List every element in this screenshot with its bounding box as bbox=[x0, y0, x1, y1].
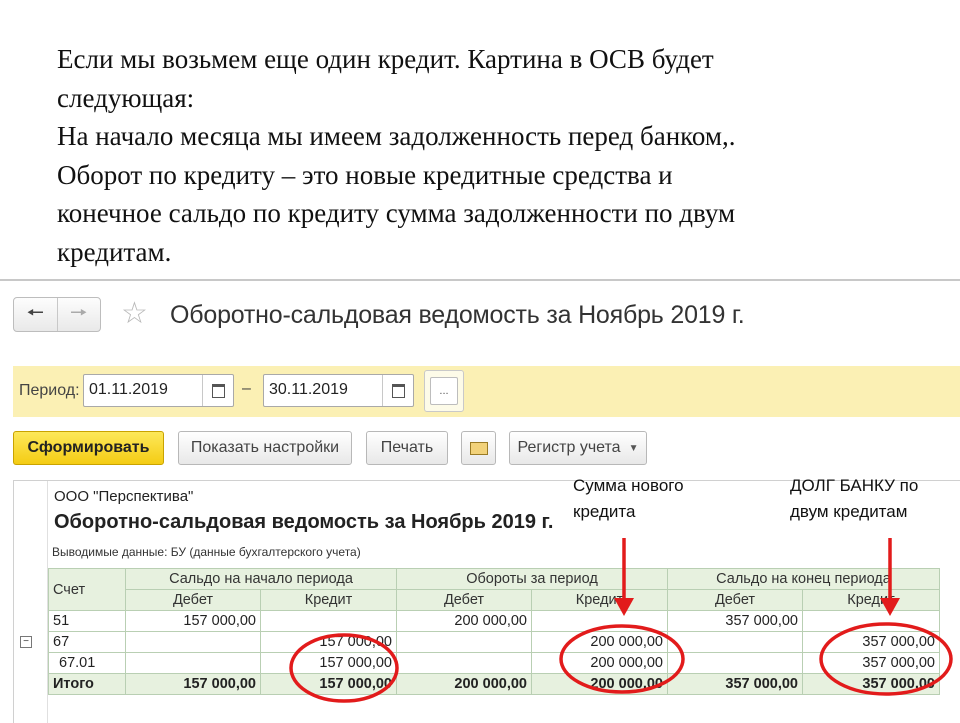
total-row[interactable]: Итого 157 000,00 157 000,00 200 000,00 2… bbox=[48, 673, 940, 695]
date-to-field bbox=[263, 374, 414, 407]
arrow-right-icon: 🠖 bbox=[70, 301, 88, 324]
opening-debit-cell bbox=[125, 631, 261, 653]
total-turnover-debit: 200 000,00 bbox=[396, 673, 532, 695]
total-opening-credit: 157 000,00 bbox=[260, 673, 397, 695]
back-button[interactable]: 🠔 bbox=[14, 298, 57, 331]
opening-credit-cell bbox=[260, 610, 397, 632]
calendar-icon bbox=[391, 383, 405, 398]
date-to-input[interactable] bbox=[264, 375, 386, 404]
header-credit: Кредит bbox=[802, 589, 940, 611]
closing-credit-cell: 357 000,00 bbox=[802, 631, 940, 653]
period-separator: – bbox=[242, 380, 251, 397]
header-account: Счет bbox=[48, 568, 126, 611]
total-label: Итого bbox=[48, 673, 126, 695]
annotation-line: ДОЛГ БАНКУ по bbox=[790, 476, 919, 495]
register-dropdown[interactable]: Регистр учета ▼ bbox=[509, 431, 647, 465]
slide-line: Оборот по кредиту – это новые кредитные … bbox=[57, 159, 673, 190]
opening-debit-cell: 157 000,00 bbox=[125, 610, 261, 632]
nav-group: 🠔 🠖 bbox=[13, 297, 101, 332]
turnover-debit-cell bbox=[396, 631, 532, 653]
organization-name: ООО "Перспектива" bbox=[54, 488, 194, 505]
slide-line: Если мы возьмем еще один кредит. Картина… bbox=[57, 44, 714, 74]
report-title: Оборотно-сальдовая ведомость за Ноябрь 2… bbox=[54, 511, 554, 533]
slide-line: конечное сальдо по кредиту сумма задолже… bbox=[57, 198, 736, 228]
turnover-debit-cell bbox=[396, 652, 532, 674]
calendar-to-button[interactable] bbox=[382, 375, 413, 406]
group-gutter: − bbox=[14, 481, 48, 723]
header-credit: Кредит bbox=[531, 589, 668, 611]
header-debit: Дебет bbox=[667, 589, 803, 611]
email-button[interactable] bbox=[461, 431, 496, 465]
total-closing-debit: 357 000,00 bbox=[667, 673, 803, 695]
table-row[interactable]: 67.01 157 000,00 200 000,00 357 000,00 bbox=[48, 652, 940, 674]
closing-credit-cell bbox=[802, 610, 940, 632]
account-cell: 67.01 bbox=[48, 652, 126, 674]
form-title: Оборотно-сальдовая ведомость за Ноябрь 2… bbox=[170, 301, 745, 329]
ellipsis-label: ... bbox=[430, 377, 458, 405]
account-cell: 51 bbox=[48, 610, 126, 632]
osv-table: Счет Сальдо на начало периода Обороты за… bbox=[48, 568, 940, 695]
opening-debit-cell bbox=[125, 652, 261, 674]
total-opening-debit: 157 000,00 bbox=[125, 673, 261, 695]
period-bar: Период: – ... bbox=[13, 366, 960, 417]
opening-credit-cell: 157 000,00 bbox=[260, 652, 397, 674]
arrow-left-icon: 🠔 bbox=[26, 301, 45, 324]
turnover-credit-cell bbox=[531, 610, 668, 632]
turnover-credit-cell: 200 000,00 bbox=[531, 652, 668, 674]
collapse-icon[interactable]: − bbox=[20, 636, 32, 648]
date-from-field bbox=[83, 374, 234, 407]
annotation-new-credit: Сумма нового кредита bbox=[573, 473, 684, 525]
slide-line: кредитам. bbox=[57, 236, 172, 267]
account-cell: 67 bbox=[48, 631, 126, 653]
opening-credit-cell: 157 000,00 bbox=[260, 631, 397, 653]
period-label: Период: bbox=[19, 382, 80, 399]
annotation-line: кредита bbox=[573, 502, 636, 521]
table-row[interactable]: 51 157 000,00 200 000,00 357 000,00 bbox=[48, 610, 940, 632]
table-row[interactable]: 67 157 000,00 200 000,00 357 000,00 bbox=[48, 631, 940, 653]
calendar-icon bbox=[211, 383, 225, 398]
header-closing: Сальдо на конец периода bbox=[667, 568, 940, 590]
total-turnover-credit: 200 000,00 bbox=[531, 673, 668, 695]
turnover-debit-cell: 200 000,00 bbox=[396, 610, 532, 632]
print-button[interactable]: Печать bbox=[366, 431, 448, 465]
annotation-line: двум кредитам bbox=[790, 502, 908, 521]
slide-line: На начало месяца мы имеем задолженность … bbox=[57, 121, 736, 151]
closing-credit-cell: 357 000,00 bbox=[802, 652, 940, 674]
report-data-info: Выводимые данные: БУ (данные бухгалтерск… bbox=[52, 545, 361, 559]
header-credit: Кредит bbox=[260, 589, 397, 611]
header-opening: Сальдо на начало периода bbox=[125, 568, 397, 590]
closing-debit-cell bbox=[667, 652, 803, 674]
register-label: Регистр учета bbox=[517, 439, 621, 456]
closing-debit-cell bbox=[667, 631, 803, 653]
subheader-row: Дебет Кредит Дебет Кредит Дебет Кредит bbox=[49, 589, 940, 611]
annotation-line: Сумма нового bbox=[573, 476, 684, 495]
header-turnover: Обороты за период bbox=[396, 568, 668, 590]
turnover-credit-cell: 200 000,00 bbox=[531, 631, 668, 653]
date-from-input[interactable] bbox=[84, 375, 206, 404]
forward-button[interactable]: 🠖 bbox=[56, 298, 101, 331]
header-debit: Дебет bbox=[396, 589, 532, 611]
slide-line: следующая: bbox=[57, 82, 195, 113]
header-row: Счет Сальдо на начало периода Обороты за… bbox=[48, 568, 940, 611]
generate-button[interactable]: Сформировать bbox=[13, 431, 164, 465]
closing-debit-cell: 357 000,00 bbox=[667, 610, 803, 632]
envelope-icon bbox=[469, 441, 488, 455]
chevron-down-icon: ▼ bbox=[628, 442, 639, 454]
slide-text: Если мы возьмем еще один кредит. Картина… bbox=[57, 40, 937, 271]
calendar-from-button[interactable] bbox=[202, 375, 233, 406]
star-icon[interactable]: ☆ bbox=[121, 299, 148, 329]
show-settings-button[interactable]: Показать настройки bbox=[178, 431, 352, 465]
total-closing-credit: 357 000,00 bbox=[802, 673, 940, 695]
period-select-button[interactable]: ... bbox=[424, 370, 464, 412]
annotation-bank-debt: ДОЛГ БАНКУ по двум кредитам bbox=[790, 473, 918, 525]
header-debit: Дебет bbox=[125, 589, 261, 611]
toolbar: Сформировать Показать настройки Печать Р… bbox=[13, 431, 960, 467]
